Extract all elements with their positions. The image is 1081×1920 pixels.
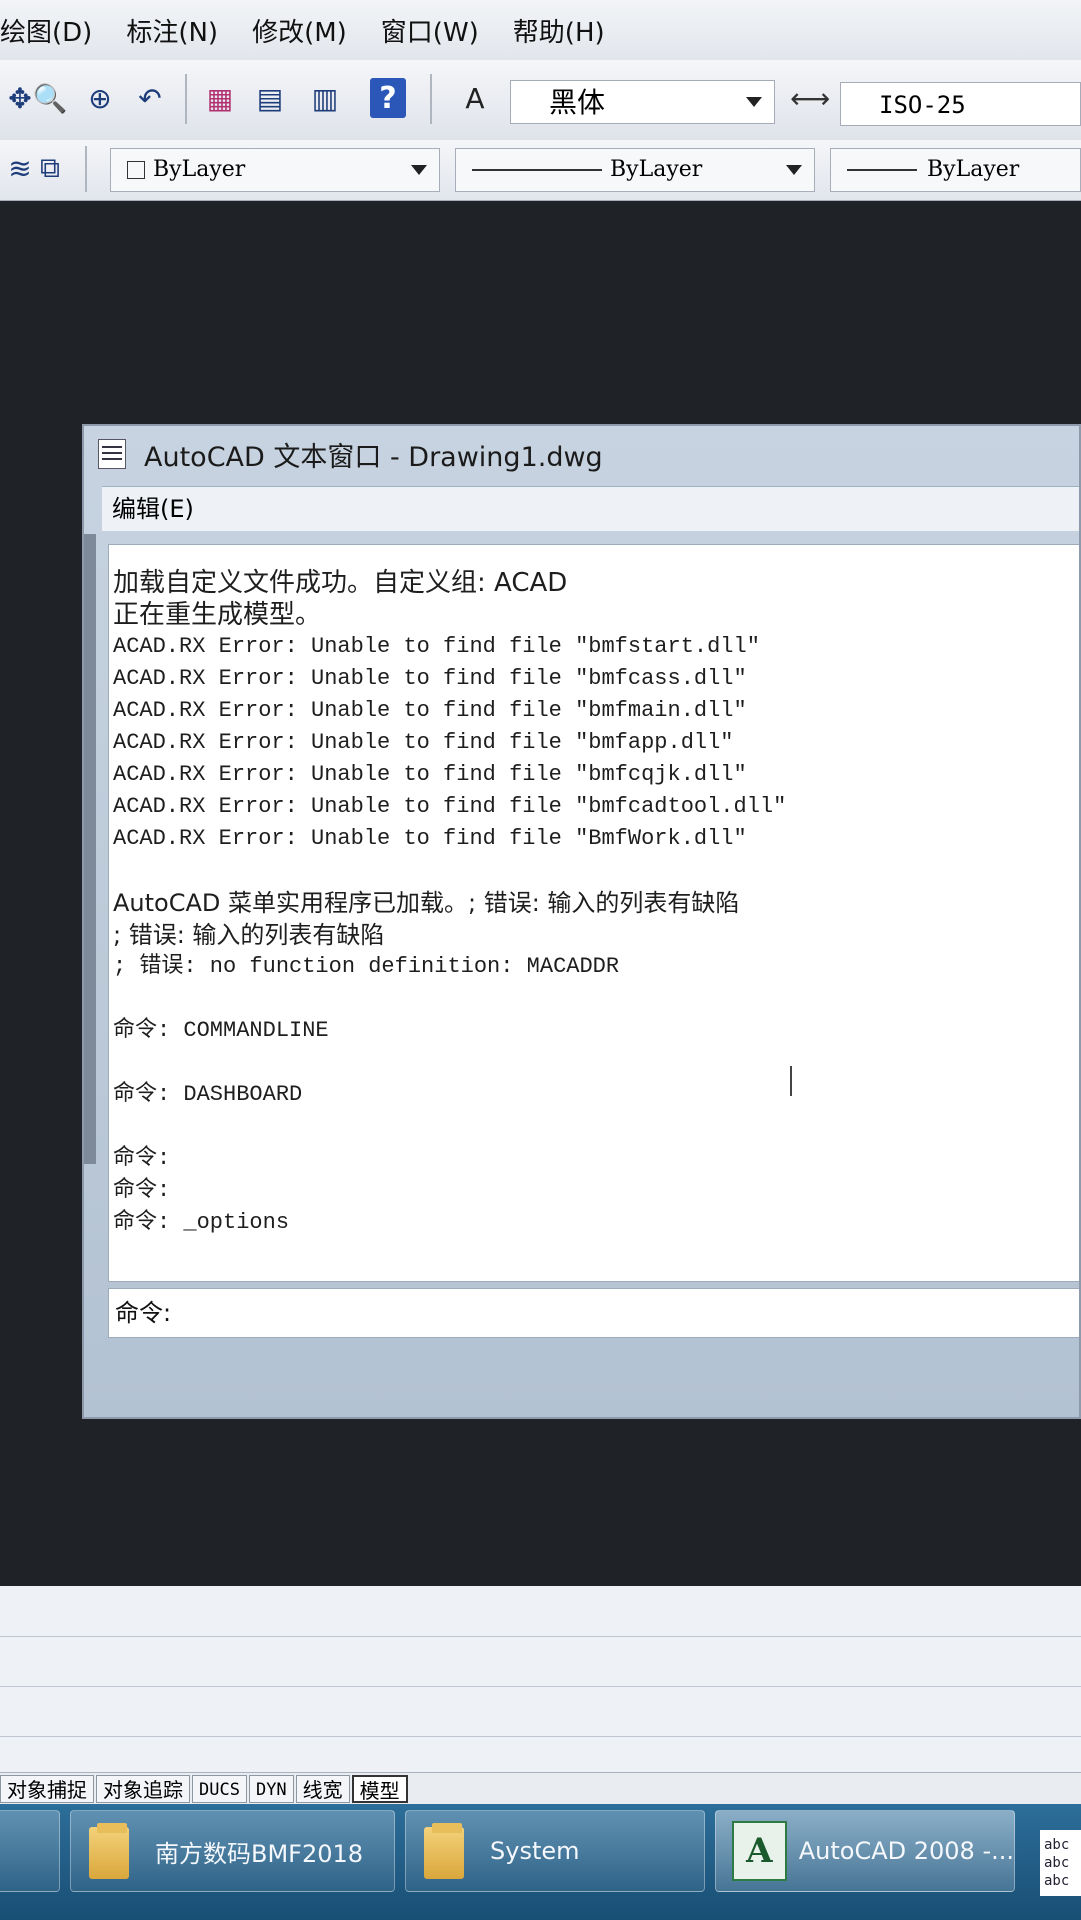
color-value: ByLayer [153, 157, 246, 182]
history-line: ACAD.RX Error: Unable to find file "bmfa… [113, 730, 734, 755]
zoom-previous-icon[interactable]: ↶ [130, 76, 170, 120]
taskbar: 南方数码BMF2018 System A AutoCAD 2008 -... [0, 1804, 1081, 1920]
history-line: AutoCAD 菜单实用程序已加载。; 错误: 输入的列表有缺陷 [113, 889, 740, 917]
dim-style-select[interactable]: ISO-25 [840, 82, 1081, 126]
taskbar-item-autocad[interactable]: A AutoCAD 2008 -... [715, 1810, 1015, 1892]
divider [0, 1736, 1081, 1737]
divider [0, 1686, 1081, 1687]
command-input[interactable]: 命令: [108, 1288, 1079, 1338]
text-window-titlebar[interactable]: AutoCAD 文本窗口 - Drawing1.dwg [84, 426, 1079, 482]
command-line-area[interactable] [0, 1586, 1081, 1772]
font-select[interactable]: 黑体 [510, 80, 775, 124]
linetype-value: ByLayer [610, 157, 703, 182]
history-line: 命令: COMMANDLINE [113, 1018, 329, 1043]
menu-draw[interactable]: 绘图(D) [0, 12, 92, 49]
history-line: 命令: [113, 1178, 171, 1203]
status-bar: 对象捕捉 对象追踪 DUCS DYN 线宽 模型 [0, 1772, 1081, 1805]
color-swatch [127, 161, 145, 179]
menu-help[interactable]: 帮助(H) [513, 12, 605, 49]
lineweight-preview [847, 169, 917, 171]
taskbar-start[interactable] [0, 1810, 60, 1892]
chevron-down-icon [746, 97, 762, 107]
text-window-icon [98, 439, 126, 469]
otrack-toggle[interactable]: 对象追踪 [96, 1775, 190, 1803]
history-line: ACAD.RX Error: Unable to find file "bmfs… [113, 634, 760, 659]
text-window-menubar: 编辑(E) [102, 486, 1079, 531]
history-line [113, 855, 1079, 887]
history-line: 加载自定义文件成功。自定义组: ACAD [113, 568, 568, 598]
tool-palettes-icon[interactable]: ▥ [305, 76, 345, 120]
lineweight-select[interactable]: ByLayer [830, 148, 1081, 192]
menu-edit[interactable]: 编辑(E) [112, 495, 194, 523]
history-line: ; 错误: 输入的列表有缺陷 [113, 921, 385, 949]
menu-window[interactable]: 窗口(W) [381, 12, 479, 49]
ducs-toggle[interactable]: DUCS [192, 1775, 247, 1803]
history-line: 命令: [113, 1146, 171, 1171]
history-line: 命令: DASHBOARD [113, 1082, 303, 1107]
linetype-select[interactable]: ByLayer [455, 148, 815, 192]
properties-icon[interactable]: ▦ [200, 76, 240, 120]
lineweight-toggle[interactable]: 线宽 [295, 1775, 350, 1803]
command-prompt: 命令: [115, 1299, 172, 1327]
history-line: ACAD.RX Error: Unable to find file "bmfc… [113, 666, 747, 691]
history-line: 正在重生成模型。 [113, 600, 322, 630]
taskbar-item-bmf[interactable]: 南方数码BMF2018 [70, 1810, 395, 1892]
folder-icon [424, 1823, 470, 1879]
task-label: 南方数码BMF2018 [155, 1839, 364, 1868]
taskbar-item-system[interactable]: System [405, 1810, 705, 1892]
history-line [113, 983, 1079, 1015]
text-window: AutoCAD 文本窗口 - Drawing1.dwg 编辑(E) 加载自定义文… [82, 424, 1081, 1419]
folder-icon [89, 1823, 135, 1879]
menu-modify[interactable]: 修改(M) [252, 12, 347, 49]
chevron-down-icon [786, 165, 802, 175]
task-label: System [490, 1837, 580, 1865]
zoom-realtime-icon[interactable]: 🔍 [30, 76, 70, 120]
window-edge [84, 534, 96, 1164]
linetype-preview [472, 169, 602, 171]
text-style-icon[interactable]: A [455, 76, 495, 120]
toolbar-separator [185, 74, 187, 124]
standard-toolbar: ✥ 🔍 ⊕ ↶ ▦ ▤ ▥ ? A 黑体 ⟷ ISO-25 [0, 60, 1081, 141]
design-center-icon[interactable]: ▤ [250, 76, 290, 120]
history-line [113, 1047, 1079, 1079]
menu-dimension[interactable]: 标注(N) [126, 12, 218, 49]
osnap-toggle[interactable]: 对象捕捉 [0, 1775, 94, 1803]
zoom-window-icon[interactable]: ⊕ [80, 76, 120, 120]
toolbar-separator [430, 74, 432, 124]
model-toggle[interactable]: 模型 [351, 1775, 408, 1803]
history-line: ACAD.RX Error: Unable to find file "BmfW… [113, 826, 747, 851]
history-line: ; 错误: no function definition: MACADDR [113, 954, 620, 979]
properties-toolbar: ≋ ⧉ ByLayer ByLayer ByLayer [0, 140, 1081, 201]
toolbar-separator [85, 146, 87, 192]
history-line: ACAD.RX Error: Unable to find file "bmfc… [113, 794, 787, 819]
help-icon[interactable]: ? [370, 78, 406, 118]
chevron-down-icon [411, 165, 427, 175]
task-label: AutoCAD 2008 -... [798, 1837, 1014, 1865]
command-history[interactable]: 加载自定义文件成功。自定义组: ACAD 正在重生成模型。 ACAD.RX Er… [108, 544, 1079, 1282]
color-select[interactable]: ByLayer [110, 148, 440, 192]
autocad-icon: A [732, 1821, 787, 1881]
history-line: ACAD.RX Error: Unable to find file "bmfc… [113, 762, 747, 787]
text-window-tray-icon[interactable]: abc abc abc [1040, 1830, 1081, 1896]
text-window-title: AutoCAD 文本窗口 - Drawing1.dwg [144, 441, 603, 473]
dyn-toggle[interactable]: DYN [248, 1775, 294, 1803]
history-line [113, 1111, 1079, 1143]
dim-style-value: ISO-25 [879, 91, 966, 119]
history-line: 命令: _options [113, 1210, 290, 1235]
menu-bar: 绘图(D) 标注(N) 修改(M) 窗口(W) 帮助(H) [0, 0, 1081, 61]
layer-previous-icon[interactable]: ⧉ [30, 146, 70, 190]
divider [0, 1636, 1081, 1637]
history-line: ACAD.RX Error: Unable to find file "bmfm… [113, 698, 747, 723]
lineweight-value: ByLayer [927, 157, 1020, 182]
font-value: 黑体 [549, 86, 606, 119]
text-cursor-icon [790, 1066, 796, 1096]
dim-style-icon[interactable]: ⟷ [790, 76, 830, 120]
